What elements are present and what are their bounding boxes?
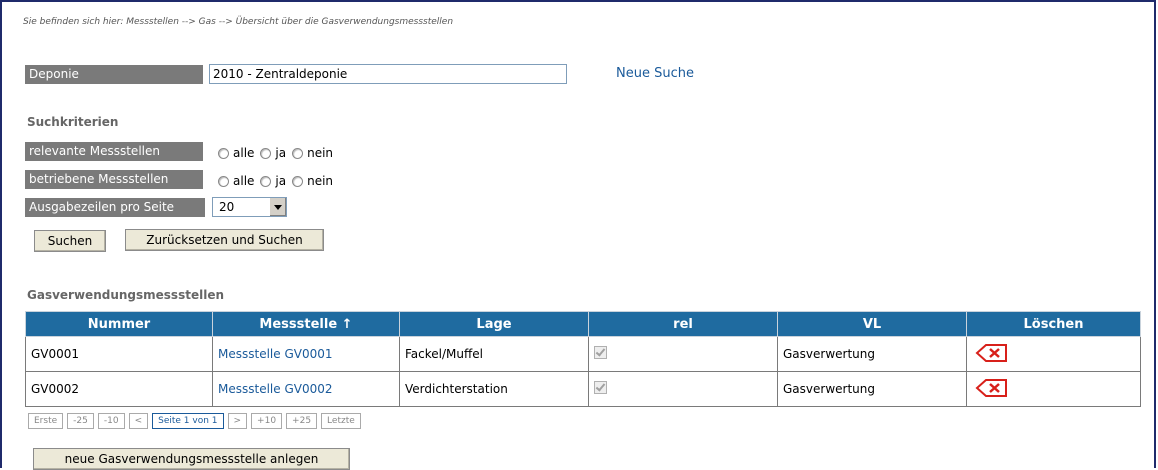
table-header-row: Nummer Messstelle ↑ Lage rel VL Löschen: [25, 311, 1141, 337]
cell-messstelle: Messstelle GV0002: [212, 371, 400, 407]
ausgabe-value: 20: [219, 200, 235, 214]
cell-vl: Gasverwertung: [777, 336, 967, 372]
rel-checkbox: [594, 346, 607, 359]
col-nummer: Nummer: [25, 311, 213, 337]
col-vl: VL: [777, 311, 967, 337]
pager-plus10[interactable]: +10: [251, 413, 283, 429]
new-messstelle-button[interactable]: neue Gasverwendungsmessstelle anlegen: [33, 448, 350, 470]
pagination: Erste -25 -10 < Seite 1 von 1 > +10 +25 …: [28, 413, 361, 429]
table-row: GV0002 Messstelle GV0002 Verdichterstati…: [25, 371, 1141, 407]
delete-icon[interactable]: [975, 342, 1009, 367]
pager-minus25[interactable]: -25: [67, 413, 94, 429]
radio-label: ja: [275, 174, 287, 188]
chevron-down-icon[interactable]: [269, 198, 286, 216]
radio-relevante-alle[interactable]: [218, 147, 229, 159]
pager-current: Seite 1 von 1: [152, 413, 224, 429]
deponie-label: Deponie: [25, 65, 203, 84]
col-lage: Lage: [399, 311, 589, 337]
pager-prev[interactable]: <: [128, 413, 149, 429]
table-row: GV0001 Messstelle GV0001 Fackel/Muffel G…: [25, 336, 1141, 372]
radio-betriebene-nein[interactable]: [292, 175, 304, 187]
betriebene-label: betriebene Messstellen: [25, 170, 203, 189]
zuruecksetzen-button[interactable]: Zurücksetzen und Suchen: [125, 229, 324, 251]
radio-label: ja: [275, 146, 287, 160]
pager-plus25[interactable]: +25: [286, 413, 318, 429]
cell-nummer: GV0001: [25, 336, 213, 372]
cell-loeschen: [966, 336, 1141, 372]
pager-minus10[interactable]: -10: [97, 413, 125, 429]
radio-relevante-ja[interactable]: [260, 147, 272, 159]
radio-relevante-nein[interactable]: [292, 147, 304, 159]
cell-rel: [588, 336, 778, 372]
pager-next[interactable]: >: [227, 413, 248, 429]
cell-nummer: GV0002: [25, 371, 213, 407]
radio-label: alle: [233, 146, 255, 160]
radio-label: nein: [307, 146, 334, 160]
breadcrumb: Sie befinden sich hier: Messstellen --> …: [23, 17, 454, 27]
col-rel: rel: [588, 311, 778, 337]
radio-betriebene-ja[interactable]: [260, 175, 272, 187]
cell-rel: [588, 371, 778, 407]
ausgabe-label: Ausgabezeilen pro Seite: [25, 198, 205, 217]
cell-loeschen: [966, 371, 1141, 407]
betriebene-radio-group: alle ja nein: [218, 174, 339, 188]
relevante-radio-group: alle ja nein: [218, 146, 339, 160]
messstelle-link[interactable]: Messstelle GV0002: [218, 382, 333, 396]
radio-label: alle: [233, 174, 255, 188]
pager-last[interactable]: Letzte: [321, 413, 361, 429]
col-loeschen: Löschen: [966, 311, 1141, 337]
cell-messstelle: Messstelle GV0001: [212, 336, 400, 372]
messstelle-link[interactable]: Messstelle GV0001: [218, 347, 333, 361]
radio-betriebene-alle[interactable]: [218, 175, 229, 187]
cell-lage: Verdichterstation: [399, 371, 589, 407]
radio-label: nein: [307, 174, 334, 188]
cell-vl: Gasverwertung: [777, 371, 967, 407]
delete-icon[interactable]: [975, 377, 1009, 402]
ausgabe-select[interactable]: 20: [212, 197, 287, 217]
deponie-field[interactable]: 2010 - Zentraldeponie: [209, 64, 567, 84]
pager-first[interactable]: Erste: [28, 413, 64, 429]
table-title: Gasverwendungsmessstellen: [27, 288, 224, 302]
messstellen-table: Nummer Messstelle ↑ Lage rel VL Löschen …: [25, 311, 1141, 407]
col-messstelle[interactable]: Messstelle ↑: [212, 311, 400, 337]
cell-lage: Fackel/Muffel: [399, 336, 589, 372]
suchkriterien-title: Suchkriterien: [27, 115, 119, 129]
suchen-button[interactable]: Suchen: [34, 230, 106, 252]
neue-suche-link[interactable]: Neue Suche: [616, 66, 694, 81]
relevante-label: relevante Messstellen: [25, 142, 203, 161]
rel-checkbox: [594, 381, 607, 394]
